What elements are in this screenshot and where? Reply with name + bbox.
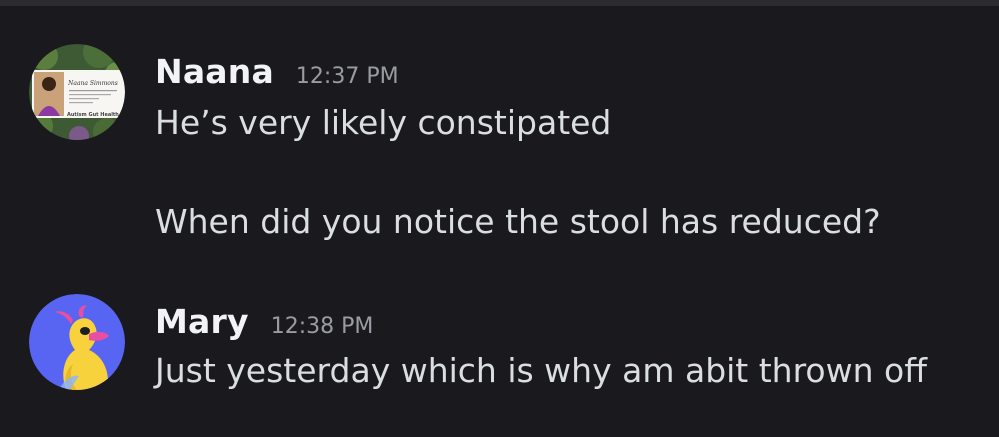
avatar[interactable] [29,294,125,390]
avatar[interactable]: Naana Simmons Autism Gut Health [29,44,125,140]
timestamp: 12:38 PM [270,314,374,339]
message-header: Naana 12:37 PM [155,52,399,91]
top-divider [0,0,999,6]
timestamp: 12:37 PM [295,64,399,89]
message-text: When did you notice the stool has reduce… [155,202,881,241]
svg-text:Naana Simmons: Naana Simmons [67,80,118,87]
profile-photo-card-icon: Naana Simmons Autism Gut Health [29,44,125,140]
yellow-duck-icon [29,294,125,390]
username[interactable]: Mary [155,302,249,341]
message-header: Mary 12:38 PM [155,302,373,341]
svg-text:Autism Gut Health: Autism Gut Health [67,112,119,118]
message-text: Just yesterday which is why am abit thro… [155,351,927,390]
message-text: He’s very likely constipated [155,103,612,142]
username[interactable]: Naana [155,52,274,91]
